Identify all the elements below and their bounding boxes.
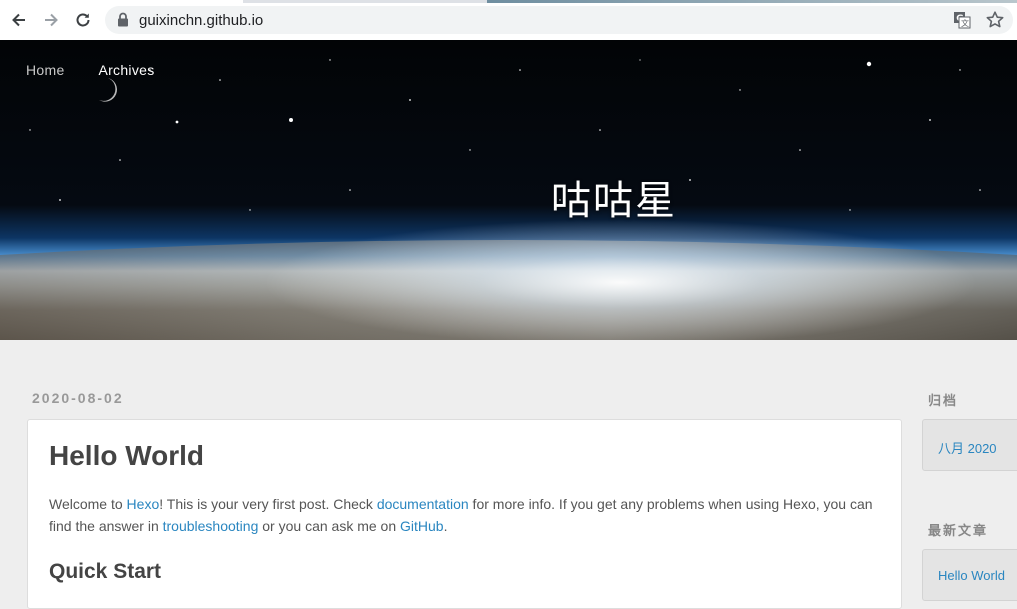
- browser-toolbar: guixinchn.github.io G文: [0, 0, 1017, 41]
- forward-icon[interactable]: [39, 8, 63, 32]
- tab-strip: [0, 0, 1017, 3]
- intro-text: .: [443, 518, 448, 534]
- translate-icon[interactable]: G文: [953, 11, 971, 29]
- intro-text: or you can ask me on: [258, 518, 401, 534]
- archive-widget: 八月 2020: [922, 419, 1017, 471]
- site-title: 咕咕星: [551, 178, 677, 224]
- nav-archives-link[interactable]: Archives: [98, 62, 154, 78]
- github-link[interactable]: GitHub: [400, 518, 444, 534]
- nav-home-link[interactable]: Home: [26, 62, 65, 78]
- address-bar[interactable]: guixinchn.github.io G文: [105, 6, 1013, 34]
- hexo-link[interactable]: Hexo: [127, 496, 160, 512]
- hero-banner: Home Archives 咕咕星: [0, 40, 1017, 340]
- svg-text:文: 文: [961, 18, 969, 28]
- top-nav: Home Archives: [26, 62, 185, 78]
- star-icon[interactable]: [985, 10, 1005, 30]
- recent-posts-widget: Hello World: [922, 549, 1017, 601]
- lock-icon[interactable]: [117, 12, 129, 27]
- inactive-tab[interactable]: [487, 0, 1017, 3]
- post-title[interactable]: Hello World: [49, 440, 204, 472]
- archive-month-link[interactable]: 八月 2020: [938, 438, 997, 457]
- intro-text: Welcome to: [49, 496, 127, 512]
- intro-text: ! This is your very first post. Check: [159, 496, 377, 512]
- active-tab[interactable]: [0, 0, 243, 3]
- recent-posts-heading: 最新文章: [928, 523, 989, 538]
- space-earth-background: [0, 40, 1017, 340]
- archive-heading: 归档: [928, 393, 959, 408]
- reload-icon[interactable]: [71, 8, 95, 32]
- quick-start-heading: Quick Start: [49, 560, 162, 583]
- post-card: Hello World Welcome to Hexo! This is you…: [27, 419, 902, 609]
- recent-post-link[interactable]: Hello World: [938, 568, 1005, 583]
- back-icon[interactable]: [7, 8, 31, 32]
- post-date: 2020-08-02: [32, 390, 124, 406]
- url-text[interactable]: guixinchn.github.io: [139, 12, 263, 29]
- documentation-link[interactable]: documentation: [377, 496, 469, 512]
- troubleshooting-link[interactable]: troubleshooting: [163, 518, 259, 534]
- post-intro: Welcome to Hexo! This is your very first…: [49, 493, 879, 537]
